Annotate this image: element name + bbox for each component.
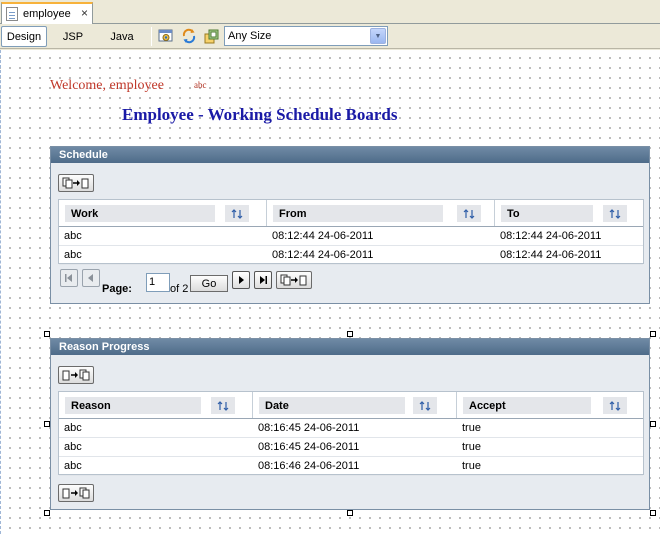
table-cell: abc [64,249,82,261]
previous-page-button[interactable] [82,269,100,287]
schedule-table: Work From To abc 08:12:44 24-06-2011 08:… [58,199,644,265]
column-header-work[interactable]: Work [59,200,267,226]
column-header-label: Accept [463,397,591,414]
first-page-button[interactable] [60,269,78,287]
reason-import-button[interactable] [58,366,94,384]
import-icon [62,369,90,381]
editor-tab-employee[interactable]: employee × [1,2,93,24]
design-view-button[interactable]: Design [1,26,47,47]
table-cell: true [462,422,481,434]
selection-handle[interactable] [347,331,353,337]
page-size-value: Any Size [228,30,272,42]
previous-page-icon [88,274,93,282]
column-header-label: Reason [65,397,201,414]
first-page-icon [65,274,72,282]
preview-icon[interactable] [158,28,174,44]
table-cell: 08:16:46 24-06-2011 [258,460,360,472]
selection-handle[interactable] [44,421,50,427]
welcome-text: Welcome, employee [50,78,164,93]
column-header-accept[interactable]: Accept [457,392,645,418]
sort-icon[interactable] [413,397,437,414]
selection-handle[interactable] [347,510,353,516]
toolbar-separator [151,27,152,46]
schedule-panel[interactable]: Schedule Work From To abc 08:12:44 24-06… [50,146,650,304]
reason-progress-panel-title: Reason Progress [51,339,649,355]
reason-progress-panel[interactable]: Reason Progress Reason Date Accept abc 0… [50,338,650,510]
column-header-date[interactable]: Date [253,392,457,418]
table-cell: 08:12:44 24-06-2011 [500,249,602,261]
page-size-select[interactable]: Any Size ▼ [224,26,388,46]
table-cell: 08:12:44 24-06-2011 [272,230,374,242]
table-cell: abc [64,460,82,472]
column-header-reason[interactable]: Reason [59,392,253,418]
column-header-label: To [501,205,593,222]
selection-handle[interactable] [650,331,656,337]
table-cell: abc [64,230,82,242]
column-header-from[interactable]: From [267,200,495,226]
table-cell: 08:12:44 24-06-2011 [500,230,602,242]
table-cell: true [462,441,481,453]
selection-handle[interactable] [650,510,656,516]
column-header-label: Work [65,205,215,222]
chevron-down-icon[interactable]: ▼ [370,28,386,44]
table-cell: true [462,460,481,472]
next-page-button[interactable] [232,271,250,289]
last-page-icon [260,276,267,284]
reason-table: Reason Date Accept abc 08:16:45 24-06-20… [58,391,644,476]
table-cell: 08:16:45 24-06-2011 [258,441,360,453]
selection-handle[interactable] [650,421,656,427]
column-header-label: Date [259,397,405,414]
next-page-icon [239,276,244,284]
table-row[interactable]: abc 08:16:46 24-06-2011 true [59,457,643,476]
selection-handle[interactable] [44,331,50,337]
schedule-table-header: Work From To [59,200,643,227]
editor-tab-label: employee [23,8,71,20]
refresh-icon[interactable] [181,28,197,44]
go-button[interactable]: Go [190,275,228,292]
page-title: Employee - Working Schedule Boards [122,105,398,124]
java-view-button[interactable]: Java [102,26,142,47]
jsp-view-button[interactable]: JSP [55,26,91,47]
table-cell: 08:16:45 24-06-2011 [258,422,360,434]
table-cell: 08:12:44 24-06-2011 [272,249,374,261]
editor-tab-strip: employee × [0,0,660,24]
table-row[interactable]: abc 08:16:45 24-06-2011 true [59,438,643,457]
table-cell: abc [64,422,82,434]
design-canvas[interactable]: Welcome, employee abc Employee - Working… [0,50,660,534]
page-number-input[interactable]: 1 [146,273,170,292]
reason-table-header: Reason Date Accept [59,392,643,419]
page-label: Page: [102,283,132,295]
table-row[interactable]: abc 08:12:44 24-06-2011 08:12:44 24-06-2… [59,227,643,246]
table-cell: abc [64,441,82,453]
import-icon [62,487,90,499]
column-header-label: From [273,205,443,222]
column-header-to[interactable]: To [495,200,645,226]
sort-icon[interactable] [603,205,627,222]
export-icon [62,177,89,189]
close-tab-icon[interactable]: × [81,7,88,19]
table-row[interactable]: abc 08:12:44 24-06-2011 08:12:44 24-06-2… [59,246,643,265]
components-icon[interactable] [204,28,220,44]
page-count-label: of 2 [170,283,189,295]
table-row[interactable]: abc 08:16:45 24-06-2011 true [59,419,643,438]
sort-icon[interactable] [457,205,481,222]
sort-icon[interactable] [603,397,627,414]
last-page-button[interactable] [254,271,272,289]
schedule-panel-title: Schedule [51,147,649,163]
selection-handle[interactable] [44,510,50,516]
user-id-text: abc [194,80,207,90]
schedule-export-button[interactable] [58,174,94,192]
sort-icon[interactable] [225,205,249,222]
reason-footer-import-button[interactable] [58,484,94,502]
export-icon [280,274,307,286]
sort-icon[interactable] [211,397,235,414]
jsp-file-icon [6,7,18,21]
designer-toolbar: Design JSP Java Any Size ▼ [0,24,660,49]
pager-export-button[interactable] [276,271,312,289]
